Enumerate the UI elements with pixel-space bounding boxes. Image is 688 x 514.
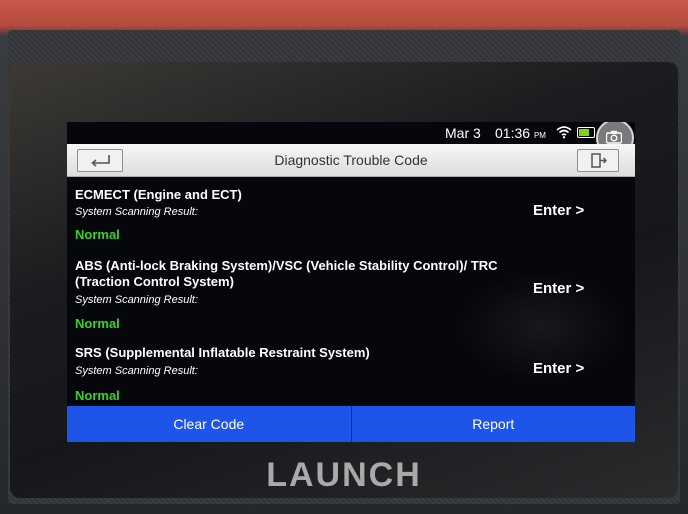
system-row-abs[interactable]: ABS (Anti-lock Braking System)/VSC (Vehi… [67, 255, 635, 335]
camera-icon [606, 130, 622, 144]
enter-button[interactable]: Enter > [533, 360, 584, 377]
title-bar: Diagnostic Trouble Code [67, 144, 635, 177]
status-bar: Mar 3 01:36 PM [67, 122, 635, 157]
system-name: SRS (Supplemental Inflatable Restraint S… [75, 345, 370, 360]
system-row-ecmect[interactable]: ECMECT (Engine and ECT) System Scanning … [67, 184, 635, 246]
system-status: Normal [75, 316, 120, 331]
system-row-srs[interactable]: SRS (Supplemental Inflatable Restraint S… [67, 344, 635, 406]
system-result-label: System Scanning Result: [75, 206, 198, 218]
status-ampm: PM [533, 131, 546, 140]
exit-button[interactable] [577, 149, 619, 172]
system-result-label: System Scanning Result: [75, 294, 198, 306]
wifi-icon [556, 126, 572, 139]
action-bar: Clear Code Report [67, 406, 635, 442]
report-button[interactable]: Report [350, 406, 635, 442]
status-time: 01:36 PM [495, 125, 546, 141]
enter-button[interactable]: Enter > [533, 202, 584, 219]
enter-button[interactable]: Enter > [533, 280, 584, 297]
device-case: LAUNCH Mar 3 01:36 PM Diagnostic Trouble… [0, 0, 688, 514]
status-date: Mar 3 [445, 125, 481, 141]
exit-door-icon [591, 153, 607, 168]
brand-logo: LAUNCH [266, 456, 422, 494]
system-name: ECMECT (Engine and ECT) [75, 187, 242, 202]
clear-code-button[interactable]: Clear Code [67, 406, 351, 442]
battery-icon [577, 127, 595, 138]
device-screen: Mar 3 01:36 PM Diagnostic Trouble Code E… [67, 122, 635, 442]
system-result-label: System Scanning Result: [75, 365, 198, 377]
page-title: Diagnostic Trouble Code [274, 152, 428, 168]
system-status: Normal [75, 388, 120, 403]
system-status: Normal [75, 227, 120, 242]
system-name: ABS (Anti-lock Braking System)/VSC (Vehi… [75, 258, 498, 289]
